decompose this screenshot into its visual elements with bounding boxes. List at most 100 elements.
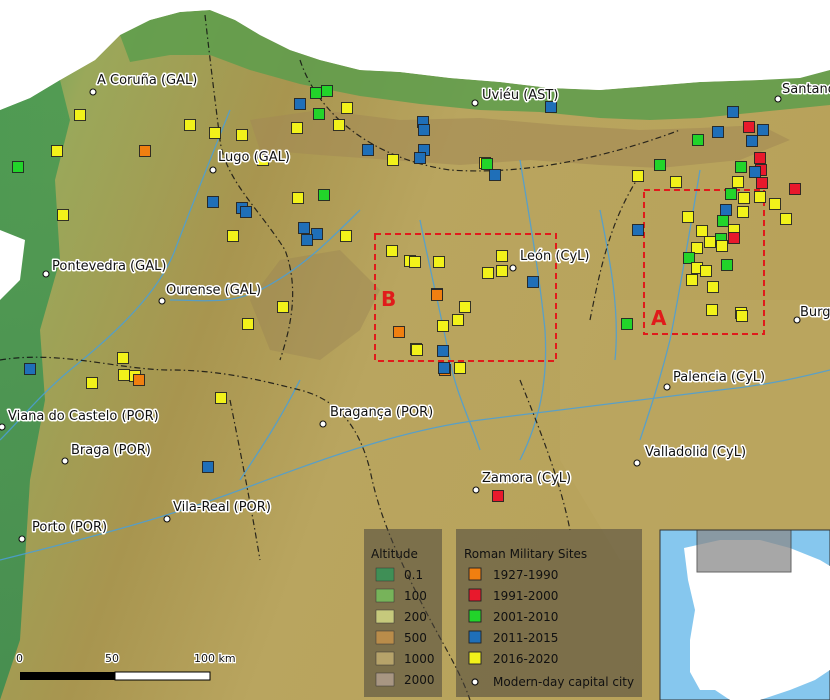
capital-city-icon	[472, 486, 480, 494]
site-marker[interactable]	[789, 183, 801, 195]
site-marker[interactable]	[682, 211, 694, 223]
site-marker[interactable]	[294, 98, 306, 110]
site-marker[interactable]	[452, 314, 464, 326]
site-marker[interactable]	[387, 154, 399, 166]
site-marker[interactable]	[227, 230, 239, 242]
site-marker[interactable]	[632, 170, 644, 182]
site-marker[interactable]	[301, 234, 313, 246]
site-marker[interactable]	[482, 267, 494, 279]
legend-capital-icon	[471, 678, 479, 686]
site-marker[interactable]	[706, 304, 718, 316]
site-marker[interactable]	[704, 236, 716, 248]
site-marker[interactable]	[438, 362, 450, 374]
site-marker[interactable]	[313, 108, 325, 120]
site-marker[interactable]	[527, 276, 539, 288]
site-marker[interactable]	[215, 392, 227, 404]
site-marker[interactable]	[236, 129, 248, 141]
site-marker[interactable]	[780, 213, 792, 225]
site-marker[interactable]	[746, 135, 758, 147]
site-marker[interactable]	[86, 377, 98, 389]
site-marker[interactable]	[754, 191, 766, 203]
site-marker[interactable]	[728, 232, 740, 244]
site-marker[interactable]	[298, 222, 310, 234]
site-marker[interactable]	[184, 119, 196, 131]
site-marker[interactable]	[74, 109, 86, 121]
site-marker[interactable]	[717, 215, 729, 227]
site-marker[interactable]	[716, 240, 728, 252]
site-marker[interactable]	[686, 274, 698, 286]
site-marker[interactable]	[310, 87, 322, 99]
site-marker[interactable]	[735, 161, 747, 173]
site-marker[interactable]	[683, 252, 695, 264]
site-marker[interactable]	[333, 119, 345, 131]
site-marker[interactable]	[725, 188, 737, 200]
site-marker[interactable]	[492, 490, 504, 502]
site-marker[interactable]	[240, 206, 252, 218]
site-marker[interactable]	[736, 310, 748, 322]
site-marker[interactable]	[732, 176, 744, 188]
study-area-a-label: A	[651, 306, 667, 330]
site-marker[interactable]	[207, 196, 219, 208]
site-marker[interactable]	[139, 145, 151, 157]
site-marker[interactable]	[118, 369, 130, 381]
site-marker[interactable]	[242, 318, 254, 330]
map[interactable]: A B A Coruña (GAL) Uviéu (AST) Santander (…	[0, 0, 830, 700]
site-marker[interactable]	[277, 301, 289, 313]
site-marker[interactable]	[291, 122, 303, 134]
site-marker[interactable]	[393, 326, 405, 338]
site-marker[interactable]	[545, 101, 557, 113]
site-marker[interactable]	[318, 189, 330, 201]
site-marker[interactable]	[721, 259, 733, 271]
site-marker[interactable]	[57, 209, 69, 221]
site-marker[interactable]	[743, 121, 755, 133]
site-marker[interactable]	[749, 166, 761, 178]
site-marker[interactable]	[409, 256, 421, 268]
site-marker[interactable]	[707, 281, 719, 293]
site-marker[interactable]	[341, 102, 353, 114]
legend-site-label: 1991-2000	[493, 589, 558, 603]
site-marker[interactable]	[411, 344, 423, 356]
site-marker[interactable]	[454, 362, 466, 374]
site-marker[interactable]	[292, 192, 304, 204]
site-marker[interactable]	[117, 352, 129, 364]
site-marker[interactable]	[340, 230, 352, 242]
site-marker[interactable]	[692, 134, 704, 146]
site-marker[interactable]	[632, 224, 644, 236]
site-marker[interactable]	[696, 225, 708, 237]
site-marker[interactable]	[433, 256, 445, 268]
site-marker[interactable]	[311, 228, 323, 240]
site-marker[interactable]	[437, 320, 449, 332]
site-marker[interactable]	[720, 204, 732, 216]
site-marker[interactable]	[437, 345, 449, 357]
site-marker[interactable]	[727, 106, 739, 118]
site-marker[interactable]	[24, 363, 36, 375]
site-marker[interactable]	[459, 301, 471, 313]
site-marker[interactable]	[209, 127, 221, 139]
site-marker[interactable]	[700, 265, 712, 277]
site-marker[interactable]	[321, 85, 333, 97]
site-marker[interactable]	[496, 265, 508, 277]
site-marker[interactable]	[414, 152, 426, 164]
site-marker[interactable]	[496, 250, 508, 262]
site-marker[interactable]	[756, 177, 768, 189]
site-marker[interactable]	[769, 198, 781, 210]
site-marker[interactable]	[737, 206, 749, 218]
site-marker[interactable]	[738, 192, 750, 204]
site-marker[interactable]	[757, 124, 769, 136]
site-marker[interactable]	[362, 144, 374, 156]
site-marker[interactable]	[712, 126, 724, 138]
site-marker[interactable]	[418, 124, 430, 136]
site-marker[interactable]	[431, 289, 443, 301]
site-marker[interactable]	[202, 461, 214, 473]
site-marker[interactable]	[133, 374, 145, 386]
site-marker[interactable]	[12, 161, 24, 173]
site-marker[interactable]	[654, 159, 666, 171]
site-marker[interactable]	[670, 176, 682, 188]
site-marker[interactable]	[691, 242, 703, 254]
site-marker[interactable]	[51, 145, 63, 157]
site-marker[interactable]	[386, 245, 398, 257]
site-marker[interactable]	[481, 158, 493, 170]
site-marker[interactable]	[489, 169, 501, 181]
site-marker[interactable]	[621, 318, 633, 330]
site-marker[interactable]	[754, 152, 766, 164]
